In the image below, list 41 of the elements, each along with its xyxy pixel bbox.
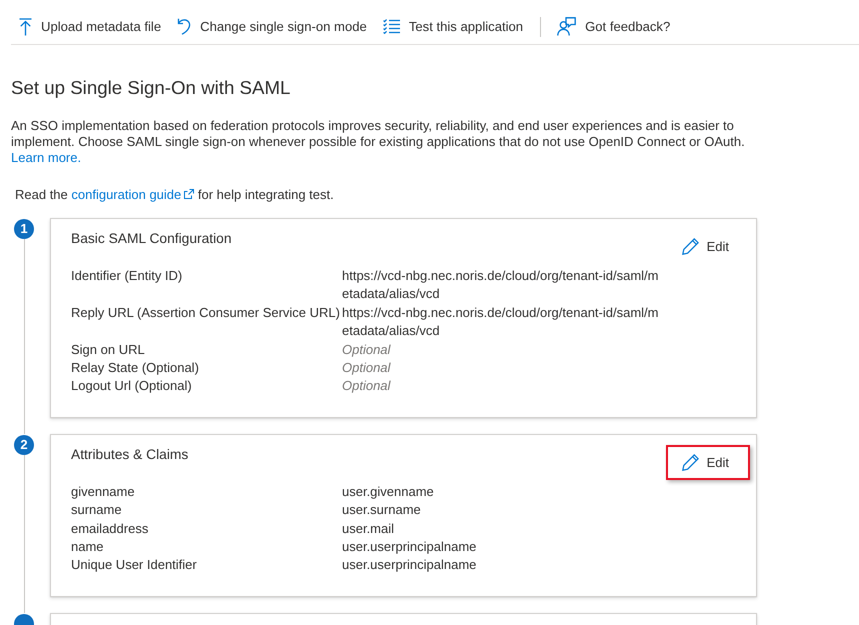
field-label: Sign on URL xyxy=(71,340,146,359)
field-label: Unique User Identifier xyxy=(71,556,198,574)
toolbar-button[interactable]: Test this application xyxy=(374,12,532,42)
field-label: surname xyxy=(71,501,123,520)
field-value: user.userprincipalname xyxy=(342,556,478,574)
checklist-icon xyxy=(382,19,400,34)
field-value: user.userprincipalname xyxy=(342,538,478,556)
intro-paragraph: An SSO implementation based on federation protocols improves security, reliability, and end user experiences and is easier to implement. Choose SAML single sign-on whenever possible for existing applications that do not use OpenID Connect or OAuth. Learn more. xyxy=(11,118,746,166)
field-value: user.surname xyxy=(342,501,422,520)
step-number: 1 xyxy=(14,219,34,239)
field-value: Optional xyxy=(342,377,392,396)
field-label: Reply URL (Assertion Consumer Service URL) xyxy=(71,304,341,322)
page-title: Set up Single Sign-On with SAML xyxy=(11,76,290,100)
feedback-icon xyxy=(557,17,576,36)
pencil-icon xyxy=(682,238,699,255)
external-link-icon xyxy=(184,189,194,199)
field-value: user.givenname xyxy=(342,482,435,501)
edit-button[interactable]: Edit xyxy=(666,229,750,264)
field-label: emailaddress xyxy=(71,520,150,538)
step-number: 2 xyxy=(14,434,34,455)
field-label: name xyxy=(71,538,105,556)
undo-icon xyxy=(177,18,192,35)
toolbar-button[interactable]: Change single sign-on mode xyxy=(169,12,375,42)
edit-button[interactable]: Edit xyxy=(666,444,750,480)
field-label: Relay State (Optional) xyxy=(71,359,200,378)
toolbar-button[interactable]: Upload metadata file xyxy=(11,12,170,42)
learn-more-link[interactable]: Learn more. xyxy=(11,150,82,165)
field-value: user.mail xyxy=(342,520,396,538)
field-label: Identifier (Entity ID) xyxy=(71,267,184,285)
field-label: givenname xyxy=(71,482,136,501)
field-label: Logout Url (Optional) xyxy=(71,377,193,396)
upload-icon xyxy=(19,18,32,36)
card-title: Basic SAML Configuration xyxy=(71,230,232,248)
feedback-button[interactable]: Got feedback? xyxy=(549,12,678,42)
configuration-guide-link[interactable]: configuration guide xyxy=(71,187,194,202)
pencil-icon xyxy=(682,454,699,471)
field-value: Optional xyxy=(342,359,392,378)
field-value: Optional xyxy=(342,340,392,359)
card-title: Attributes & Claims xyxy=(71,446,188,464)
guide-note: Read the configuration guide for help integrating test. xyxy=(15,187,334,203)
field-value: https://vcd-nbg.nec.noris.de/cloud/org/tenant-id/saml/metadata/alias/vcd xyxy=(342,304,660,340)
